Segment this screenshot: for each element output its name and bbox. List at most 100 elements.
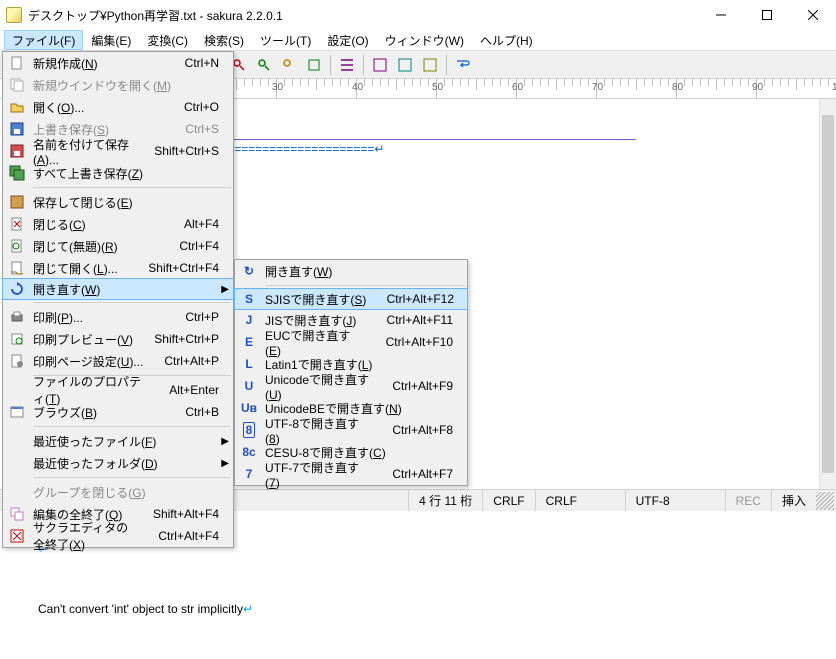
encoding-glyph-icon: S xyxy=(235,292,263,306)
pagesetup-icon xyxy=(3,353,31,369)
menu-item[interactable]: 開く(O)...Ctrl+O xyxy=(3,96,233,118)
menu-item[interactable]: 最近使ったファイル(F) ▶ xyxy=(3,430,233,452)
submenu-item[interactable]: UUnicodeで開き直す(U)Ctrl+Alt+F9 xyxy=(235,375,467,397)
menu-item: グループを閉じる(G) xyxy=(3,481,233,503)
encoding-glyph-icon: 7 xyxy=(235,467,263,481)
submenu-item-label: UTF-7で開き直す(7) xyxy=(263,459,372,490)
maximize-button[interactable] xyxy=(744,0,790,30)
tb-findprev-icon[interactable] xyxy=(253,54,275,76)
encoding-glyph-icon: 8 xyxy=(235,422,263,438)
status-rec: REC xyxy=(725,490,771,511)
menu-item[interactable]: 開き直す(W) ▶ xyxy=(2,278,234,300)
preview-icon xyxy=(3,331,31,347)
menu-item-label: 保存して閉じる(E) xyxy=(31,194,199,211)
menu-item[interactable]: 名前を付けて保存(A)...Shift+Ctrl+S xyxy=(3,140,233,162)
reopen-icon xyxy=(3,281,31,297)
menu-item[interactable]: ファイルのプロパティ(T)Alt+Enter xyxy=(3,379,233,401)
menu-item-label: 印刷プレビュー(V) xyxy=(31,331,134,348)
menu-item-label: 閉じる(C) xyxy=(31,216,164,233)
menu-item[interactable]: 印刷(P)...Ctrl+P xyxy=(3,306,233,328)
resize-grip[interactable] xyxy=(816,492,834,510)
menu-ツール[interactable]: ツール(T) xyxy=(252,30,319,50)
submenu-arrow-icon: ▶ xyxy=(221,458,229,469)
status-encoding: UTF-8 xyxy=(625,490,725,511)
menu-item[interactable]: 最近使ったフォルダ(D)▶ xyxy=(3,452,233,474)
menu-item-label: ブラウズ(B) xyxy=(31,404,165,421)
status-eol-in: CRLF xyxy=(482,490,534,511)
menu-item[interactable]: 閉じて開く(L)...Shift+Ctrl+F4 xyxy=(3,257,233,279)
saveas-icon xyxy=(3,143,31,159)
newwin-icon xyxy=(3,77,31,93)
submenu-item[interactable]: SSJISで開き直す(S)Ctrl+Alt+F12 xyxy=(234,288,468,310)
close-button[interactable] xyxy=(790,0,836,30)
save-icon xyxy=(3,121,31,137)
menu-編集[interactable]: 編集(E) xyxy=(83,30,139,50)
submenu-item[interactable]: 8UTF-8で開き直す(8)Ctrl+Alt+F8 xyxy=(235,419,467,441)
saveclose-icon xyxy=(3,194,31,210)
closeu-icon xyxy=(3,238,31,254)
encoding-glyph-icon: ↻ xyxy=(235,264,263,278)
menu-ファイル[interactable]: ファイル(F) xyxy=(4,30,83,50)
menu-item-label: グループを閉じる(G) xyxy=(31,484,199,501)
encoding-glyph-icon: U xyxy=(235,379,263,393)
menu-変換[interactable]: 変換(C) xyxy=(139,30,196,50)
submenu-item-label: 開き直す(W) xyxy=(263,263,433,280)
tb-replace-icon[interactable] xyxy=(278,54,300,76)
menu-item-label: すべて上書き保存(Z) xyxy=(31,165,199,182)
menu-item-label: 開き直す(W) xyxy=(31,281,200,298)
tb-type3-icon[interactable] xyxy=(419,54,441,76)
submenu-arrow-icon: ▶ xyxy=(221,436,229,447)
menu-item-label: サクラエディタの全終了(X) xyxy=(31,519,138,553)
menu-ヘルプ[interactable]: ヘルプ(H) xyxy=(472,30,541,50)
close-icon xyxy=(3,216,31,232)
title-bar: デスクトップ¥Python再学習.txt - sakura 2.2.0.1 xyxy=(0,0,836,30)
tb-type1-icon[interactable] xyxy=(369,54,391,76)
window-title: デスクトップ¥Python再学習.txt - sakura 2.2.0.1 xyxy=(28,7,698,24)
status-insert-mode: 挿入 xyxy=(771,490,816,511)
submenu-item-label: SJISで開き直す(S) xyxy=(263,291,367,308)
menu-item[interactable]: 印刷ページ設定(U)...Ctrl+Alt+P xyxy=(3,350,233,372)
menu-item[interactable]: ブラウズ(B)Ctrl+B xyxy=(3,401,233,423)
menu-bar[interactable]: ファイル(F)編集(E)変換(C)検索(S)ツール(T)設定(O)ウィンドウ(W… xyxy=(0,30,836,51)
encoding-glyph-icon: E xyxy=(235,335,263,349)
menu-item-label: 印刷ページ設定(U)... xyxy=(31,353,144,370)
closeopen-icon xyxy=(3,260,31,276)
encoding-glyph-icon: Uʙ xyxy=(235,401,263,415)
encoding-glyph-icon: L xyxy=(235,357,263,371)
app-icon xyxy=(6,7,22,23)
status-eol-out: CRLF xyxy=(535,490,625,511)
menu-item-label: 最近使ったファイル(F) xyxy=(31,433,199,450)
menu-item-label: 新規作成(N) xyxy=(31,55,165,72)
vertical-scrollbar[interactable] xyxy=(819,99,836,489)
open-icon xyxy=(3,99,31,115)
menu-item-label: 新規ウインドウを開く(M) xyxy=(31,77,199,94)
minimize-button[interactable] xyxy=(698,0,744,30)
tb-outline-icon[interactable] xyxy=(336,54,358,76)
encoding-glyph-icon: 8c xyxy=(235,445,263,459)
menu-item[interactable]: 印刷プレビュー(V)Shift+Ctrl+P xyxy=(3,328,233,350)
print-icon xyxy=(3,309,31,325)
menu-item-label: 印刷(P)... xyxy=(31,309,165,326)
closeall-icon xyxy=(3,506,31,522)
tb-mark-icon[interactable] xyxy=(303,54,325,76)
menu-item[interactable]: 閉じて(無題)(R)Ctrl+F4 xyxy=(3,235,233,257)
file-menu[interactable]: 新規作成(N)Ctrl+N 新規ウインドウを開く(M) 開く(O)...Ctrl+O… xyxy=(2,51,234,548)
submenu-item[interactable]: 7UTF-7で開き直す(7)Ctrl+Alt+F7 xyxy=(235,463,467,485)
menu-item-label: 閉じて(無題)(R) xyxy=(31,238,159,255)
submenu-arrow-icon: ▶ xyxy=(221,284,229,295)
submenu-item[interactable]: EEUCで開き直す(E)Ctrl+Alt+F10 xyxy=(235,331,467,353)
menu-ウィンドウ[interactable]: ウィンドウ(W) xyxy=(377,30,472,50)
menu-検索[interactable]: 検索(S) xyxy=(196,30,252,50)
menu-item[interactable]: 新規作成(N)Ctrl+N xyxy=(3,52,233,74)
reopen-submenu[interactable]: ↻開き直す(W)SSJISで開き直す(S)Ctrl+Alt+F12JJISで開き… xyxy=(234,259,468,486)
menu-item[interactable]: 保存して閉じる(E) xyxy=(3,191,233,213)
menu-設定[interactable]: 設定(O) xyxy=(319,30,376,50)
submenu-item[interactable]: ↻開き直す(W) xyxy=(235,260,467,282)
tb-type2-icon[interactable] xyxy=(394,54,416,76)
status-position: 4 行 11 桁 xyxy=(408,490,482,511)
menu-item[interactable]: サクラエディタの全終了(X)Ctrl+Alt+F4 xyxy=(3,525,233,547)
tb-wrap-icon[interactable] xyxy=(452,54,474,76)
menu-item: 新規ウインドウを開く(M) xyxy=(3,74,233,96)
menu-item[interactable]: すべて上書き保存(Z) xyxy=(3,162,233,184)
menu-item[interactable]: 閉じる(C)Alt+F4 xyxy=(3,213,233,235)
